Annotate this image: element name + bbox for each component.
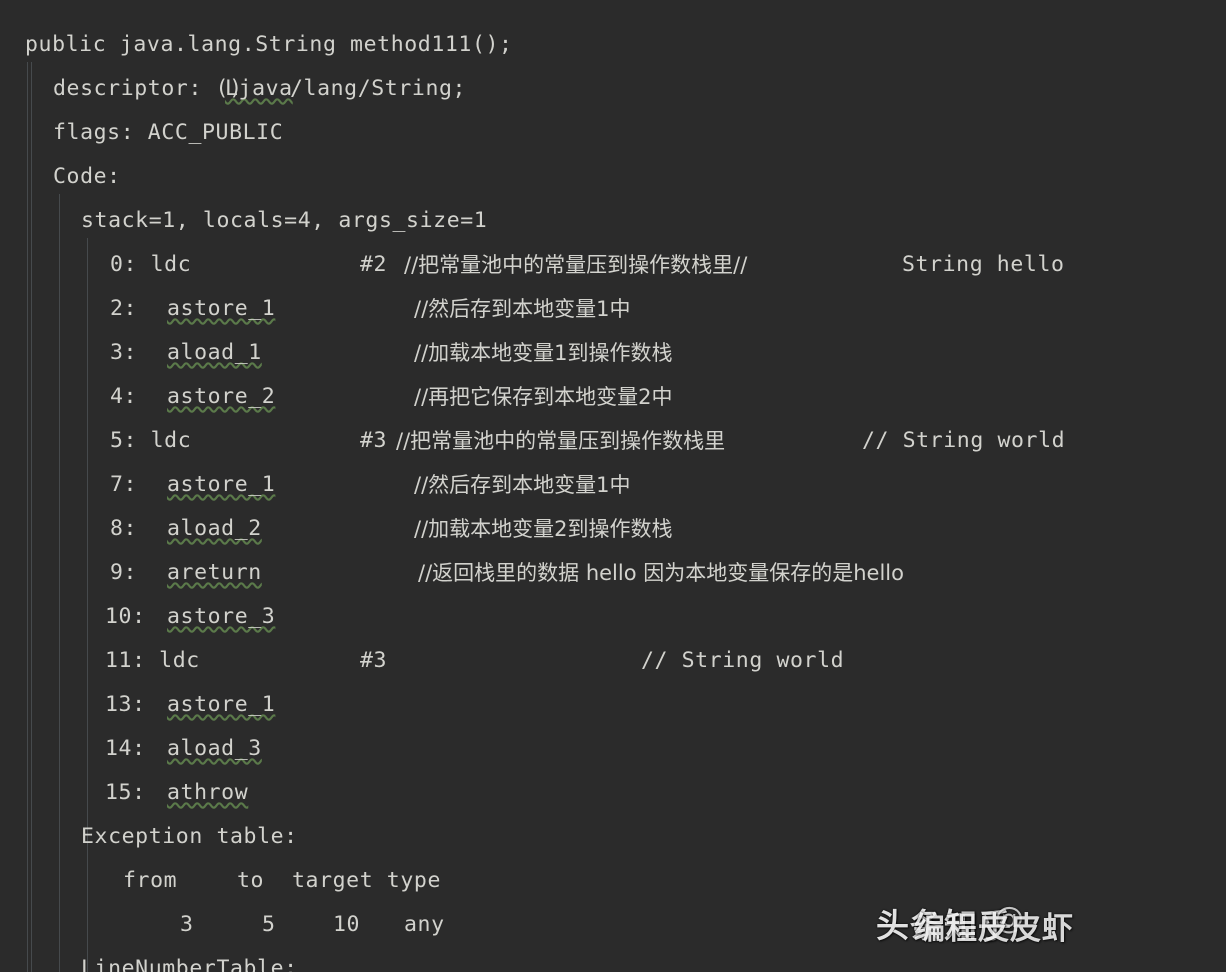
code-token: //加载本地变量2到操作数栈	[414, 517, 673, 541]
code-line[interactable]: 10: astore_3	[0, 595, 1226, 639]
code-token-flagged: Ljava	[225, 76, 293, 101]
code-token-flagged: aload_3	[167, 736, 262, 761]
code-token: stack=1, locals=4, args_size=1	[81, 208, 488, 233]
code-token: //把常量池中的常量压到操作数栈里//	[404, 253, 748, 277]
code-token: #3	[360, 648, 388, 673]
code-token: 3	[180, 912, 194, 937]
code-token: target type	[292, 868, 441, 893]
bytecode-listing: public java.lang.String method111(); desc…	[0, 0, 1226, 972]
code-token: // String world	[641, 648, 845, 673]
code-token: //返回栈里的数据 hello 因为本地变量保存的是hello	[418, 561, 904, 585]
code-line[interactable]: LineNumberTable:	[0, 947, 1226, 972]
code-token: from	[123, 868, 178, 893]
code-line[interactable]: flags: ACC_PUBLIC	[0, 111, 1226, 155]
code-token: public java.lang.String method111();	[25, 32, 513, 57]
code-token: #2	[360, 252, 388, 277]
code-line[interactable]: 13: astore_1	[0, 683, 1226, 727]
code-token: //然后存到本地变量1中	[414, 473, 631, 497]
code-line[interactable]: Code:	[0, 155, 1226, 199]
code-token: 2:	[110, 296, 151, 321]
code-token: Code:	[53, 164, 121, 189]
code-line[interactable]: 0: ldc #2 //把常量池中的常量压到操作数栈里// String hello	[0, 243, 1226, 287]
code-token: 13:	[105, 692, 160, 717]
code-token: 15:	[105, 780, 160, 805]
code-token: //然后存到本地变量1中	[414, 297, 631, 321]
code-token-flagged: astore_1	[167, 296, 276, 321]
code-token: 14:	[105, 736, 160, 761]
code-token: //再把它保存到本地变量2中	[414, 385, 673, 409]
code-token: 11: ldc	[105, 648, 200, 673]
code-token: #3	[360, 428, 388, 453]
code-token: 5	[262, 912, 276, 937]
code-token: 3:	[110, 340, 151, 365]
code-line[interactable]: 3: aload_1 //加载本地变量1到操作数栈	[0, 331, 1226, 375]
code-token-flagged: astore_1	[167, 692, 276, 717]
code-token: flags: ACC_PUBLIC	[53, 120, 284, 145]
code-line[interactable]: 9: areturn //返回栈里的数据 hello 因为本地变量保存的是hell…	[0, 551, 1226, 595]
code-line[interactable]: 8: aload_2 //加载本地变量2到操作数栈	[0, 507, 1226, 551]
code-line[interactable]: descriptor: () Ljava/lang/String;	[0, 67, 1226, 111]
code-token: 10:	[105, 604, 160, 629]
code-line[interactable]: 5: ldc #3 //把常量池中的常量压到操作数栈里 // String world	[0, 419, 1226, 463]
code-token: // String world	[862, 428, 1066, 453]
code-line[interactable]: 11: ldc #3 // String world	[0, 639, 1226, 683]
code-token-flagged: astore_3	[167, 604, 276, 629]
code-token: 5: ldc	[110, 428, 192, 453]
code-line[interactable]: 15: athrow	[0, 771, 1226, 815]
code-token-flagged: astore_1	[167, 472, 276, 497]
code-token: 7:	[110, 472, 151, 497]
code-token: Exception table:	[81, 824, 298, 849]
code-token: 0: ldc	[110, 252, 192, 277]
code-token: 8:	[110, 516, 151, 541]
code-token-flagged: aload_2	[167, 516, 262, 541]
code-token: LineNumberTable:	[81, 956, 298, 972]
code-token: String hello	[902, 252, 1065, 277]
code-token-flagged: astore_2	[167, 384, 276, 409]
code-line[interactable]: Exception table:	[0, 815, 1226, 859]
code-line[interactable]: 4: astore_2 //再把它保存到本地变量2中	[0, 375, 1226, 419]
code-token: 4:	[110, 384, 151, 409]
code-line[interactable]: public java.lang.String method111();	[0, 23, 1226, 67]
code-line[interactable]: from to target type	[0, 859, 1226, 903]
code-viewer-screenshot: public java.lang.String method111(); desc…	[0, 0, 1226, 972]
code-token: 9:	[110, 560, 151, 585]
code-token: //把常量池中的常量压到操作数栈里	[396, 429, 726, 453]
code-token-flagged: athrow	[167, 780, 249, 805]
code-line[interactable]: 7: astore_1 //然后存到本地变量1中	[0, 463, 1226, 507]
code-line[interactable]: 3 5 10 any	[0, 903, 1226, 947]
code-token: /lang/String;	[290, 76, 467, 101]
code-token: any	[404, 912, 445, 937]
code-token: descriptor: ()	[53, 76, 243, 101]
code-token-flagged: aload_1	[167, 340, 262, 365]
code-token: 10	[333, 912, 361, 937]
code-line[interactable]: stack=1, locals=4, args_size=1	[0, 199, 1226, 243]
code-token-flagged: areturn	[167, 560, 262, 585]
code-line[interactable]: 14: aload_3	[0, 727, 1226, 771]
code-line[interactable]: 2: astore_1 //然后存到本地变量1中	[0, 287, 1226, 331]
code-token: //加载本地变量1到操作数栈	[414, 341, 673, 365]
code-token: to	[237, 868, 265, 893]
